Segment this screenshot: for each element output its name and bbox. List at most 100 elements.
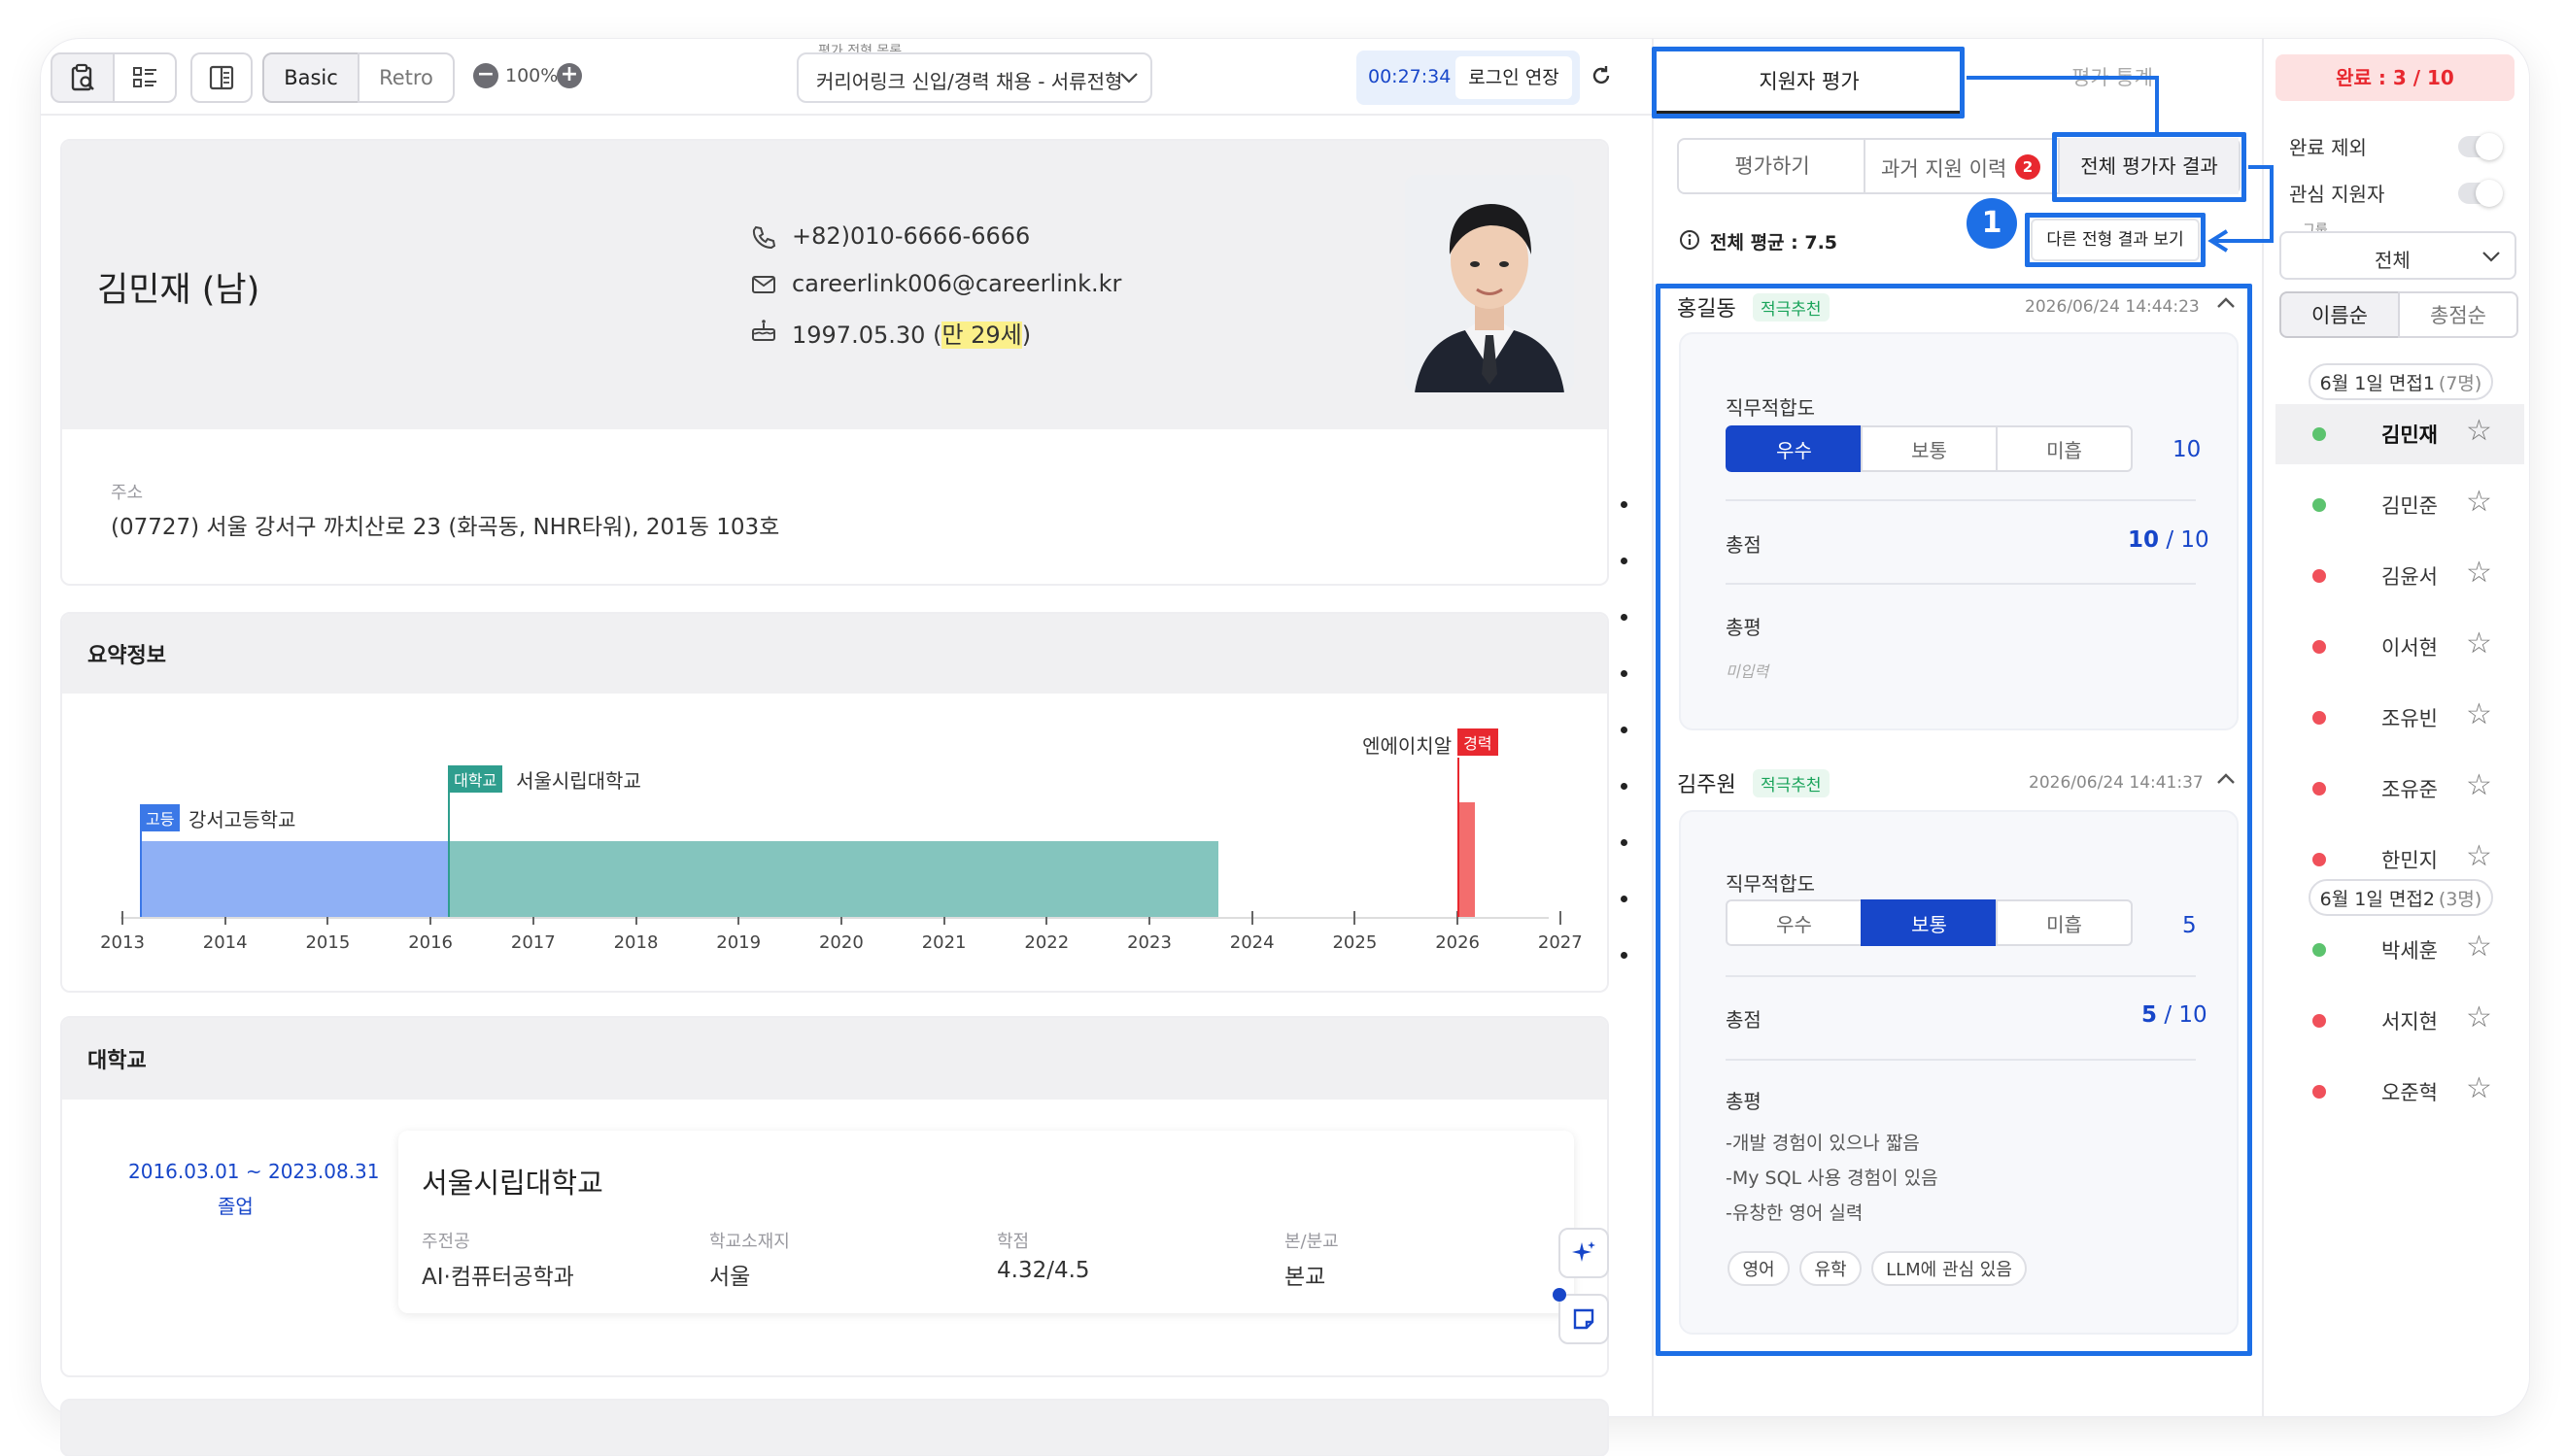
exclude-complete-toggle[interactable] [2458,133,2503,160]
list-view-button[interactable] [113,52,177,103]
applicant-row[interactable]: 박세훈 ☆ [2275,920,2524,980]
score-divider [1726,499,2196,501]
comment-line: -유창한 영어 실력 [1726,1202,1864,1224]
star-icon[interactable]: ☆ [2466,485,2492,519]
subtab-evaluate[interactable]: 평가하기 [1681,138,1865,194]
timeline-tick [121,911,123,925]
star-icon[interactable]: ☆ [2466,930,2492,964]
interest-applicants-toggle[interactable] [2458,180,2503,207]
applicant-name: 김민재 (남) [97,271,260,310]
star-icon[interactable]: ☆ [2466,1000,2492,1034]
group-title: 6월 1일 면접1 [2319,372,2435,394]
star-icon[interactable]: ☆ [2466,697,2492,731]
group-select[interactable]: 전체 [2279,231,2516,280]
applicant-group-header[interactable]: 6월 1일 면접1 (7명) [2309,363,2493,400]
sort-by-name-tab[interactable]: 이름순 [2279,291,2400,338]
grade-option[interactable]: 보통 [1861,899,1998,946]
zoom-in-icon[interactable]: + [557,63,582,88]
applicant-row[interactable]: 김윤서 ☆ [2275,546,2524,606]
overall-average: 전체 평균 : 7.5 [1710,232,1838,254]
ai-assist-button[interactable] [1558,1228,1609,1278]
clipboard-search-icon [71,63,94,91]
view-basic-tab[interactable]: Basic [262,52,359,103]
tab-applicant-eval-highlight [1652,47,1965,119]
extend-login-button[interactable]: 로그인 연장 [1455,56,1572,99]
mail-icon [752,276,775,293]
scroll-dot[interactable] [1621,670,1627,677]
university-section-title: 대학교 [87,1049,147,1073]
exclude-complete-label: 완료 제외 [2289,136,2367,159]
completion-badge: 완료 : 3 / 10 [2275,54,2515,101]
timeline-year-label: 2014 [202,932,248,953]
applicant-row[interactable]: 김민준 ☆ [2275,475,2524,535]
star-icon[interactable]: ☆ [2466,1071,2492,1105]
interest-applicants-label: 관심 지원자 [2289,183,2385,206]
total-score-max: / 10 [2159,527,2209,553]
scroll-dot[interactable] [1621,558,1627,564]
applicant-row[interactable]: 오준혁 ☆ [2275,1062,2524,1122]
keyword-chip: 유학 [1799,1251,1862,1286]
timeline-entry-label: 서울시립대학교 [516,769,641,793]
status-dot [2312,782,2326,796]
university-name: 서울시립대학교 [422,1167,603,1200]
scroll-dot[interactable] [1621,839,1627,846]
recommend-tag: 적극추천 [1753,769,1830,797]
resume-view-button[interactable] [51,52,115,103]
star-icon[interactable]: ☆ [2466,768,2492,802]
applicant-name: 김민재 [2381,423,2438,447]
scroll-dot[interactable] [1621,952,1627,959]
applicant-row[interactable]: 조유빈 ☆ [2275,688,2524,748]
applicant-name: 조유빈 [2381,707,2438,730]
scroll-dot[interactable] [1621,727,1627,733]
applicant-row[interactable]: 김민재 ☆ [2275,404,2524,464]
phone-icon [752,225,776,250]
grade-option[interactable]: 우수 [1726,899,1863,946]
view-retro-tab[interactable]: Retro [358,52,455,103]
timeline-entry-label: 강서고등학교 [188,808,296,831]
zoom-out-icon[interactable]: − [473,63,498,88]
university-field-0-label: 주전공 [422,1232,470,1252]
grade-option[interactable]: 미흡 [1996,425,2133,472]
refresh-icon[interactable] [1590,64,1613,87]
timeline-year-label: 2019 [716,932,762,953]
toolbar-divider [41,114,1654,116]
chevron-up-icon[interactable] [2215,771,2237,787]
timeline-tick [1250,911,1253,925]
scroll-dot[interactable] [1621,783,1627,790]
applicant-name: 조유준 [2381,778,2438,801]
list-icon [133,67,156,87]
star-icon[interactable]: ☆ [2466,414,2492,448]
grade-option[interactable]: 미흡 [1996,899,2133,946]
process-select[interactable]: 커리어링크 신입/경력 채용 - 서류전형 [797,52,1152,103]
university-detail-card [398,1131,1574,1313]
grade-option[interactable]: 보통 [1861,425,1998,472]
timeline-year-label: 2017 [510,932,556,953]
applicant-row[interactable]: 이서현 ☆ [2275,617,2524,677]
applicant-row[interactable]: 서지현 ☆ [2275,991,2524,1051]
summary-title: 요약정보 [87,644,166,668]
chevron-up-icon[interactable] [2215,295,2237,311]
callout-connector-lines [1967,76,2274,253]
scroll-dot[interactable] [1621,614,1627,621]
applicant-group-header[interactable]: 6월 1일 면접2 (3명) [2309,879,2493,916]
applicant-row[interactable]: 조유준 ☆ [2275,759,2524,819]
timeline-year-label: 2016 [408,932,453,953]
criteria-score: 10 [2173,437,2202,462]
grade-option[interactable]: 우수 [1726,425,1863,472]
applicant-name: 오준혁 [2381,1081,2438,1104]
timeline-entry-label: 엔에이치알 [1362,734,1453,758]
star-icon[interactable]: ☆ [2466,626,2492,660]
star-icon[interactable]: ☆ [2466,839,2492,873]
memo-button[interactable] [1558,1294,1609,1344]
timeline-bar [139,841,449,917]
phone-number: +82)010-6666-6666 [792,222,1031,250]
star-icon[interactable]: ☆ [2466,556,2492,590]
status-dot [2312,853,2326,866]
scroll-dot[interactable] [1621,501,1627,508]
timeline-tick [1353,911,1356,925]
total-score-value: 10 [2128,527,2160,553]
eval-date: 2026/06/24 14:44:23 [2025,297,2200,317]
sort-by-score-tab[interactable]: 총점순 [2398,291,2518,338]
split-view-button[interactable] [190,52,253,103]
scroll-dot[interactable] [1621,896,1627,902]
